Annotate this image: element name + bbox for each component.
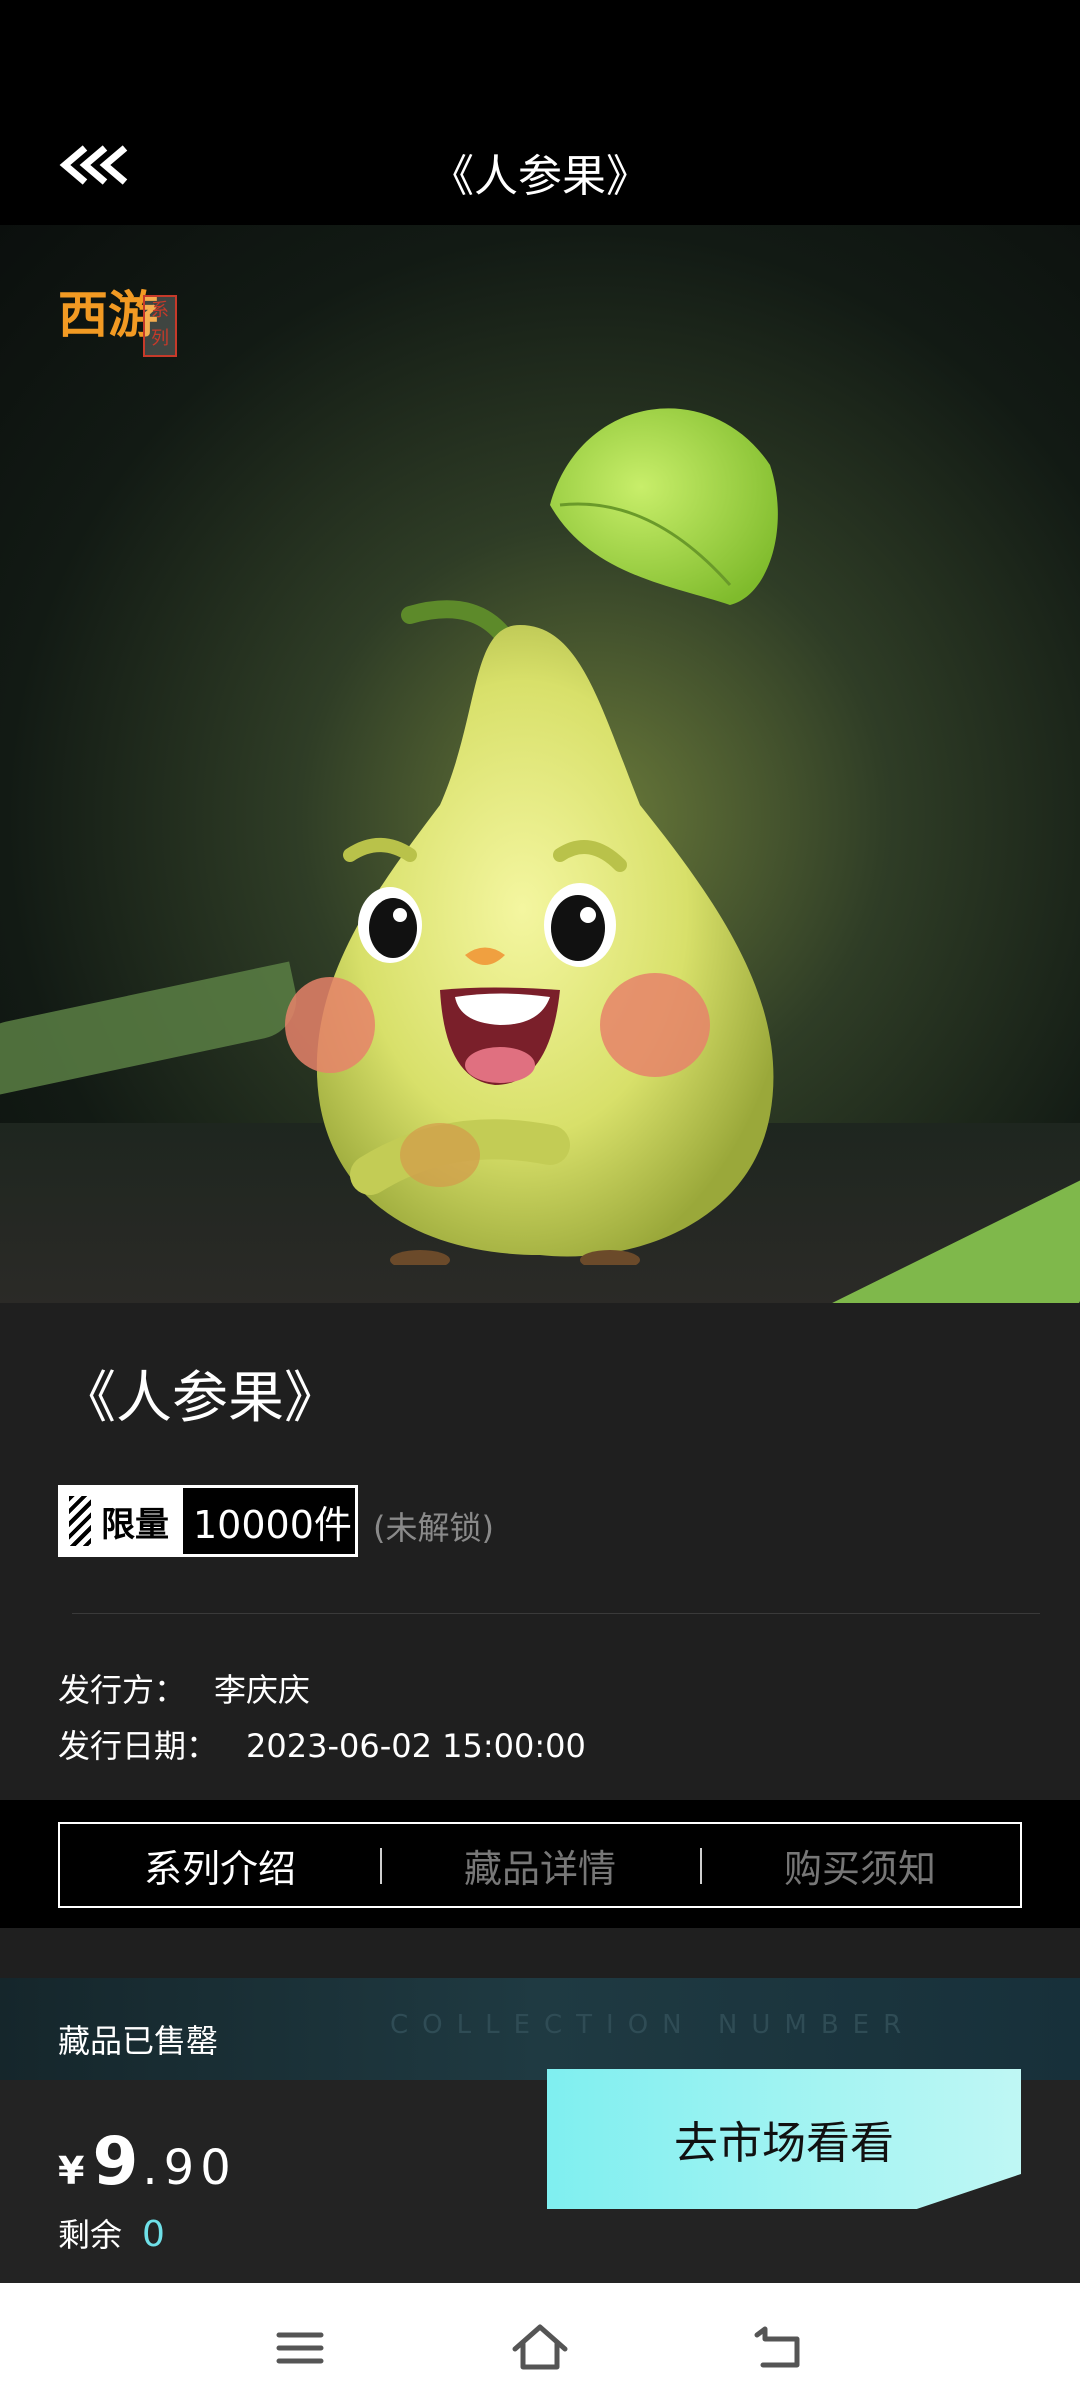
- limit-badge: 限量 10000件: [58, 1485, 358, 1557]
- logo-seal: 系列: [143, 295, 177, 357]
- item-info-panel: 《人参果》 限量 10000件 (未解锁) 发行方： 李庆庆 发行日期： 2023-…: [0, 1303, 1080, 1800]
- issue-date-row: 发行日期： 2023-06-02 15:00:00: [58, 1721, 586, 1767]
- sold-out-banner: 藏品已售罄 COLLECTION NUMBER: [0, 1978, 1080, 2080]
- unlock-status: (未解锁): [373, 1509, 494, 1547]
- price-decimal: .90: [142, 2140, 237, 2196]
- tab-purchase-notice[interactable]: 购买须知: [700, 1824, 1020, 1906]
- banner-watermark: COLLECTION NUMBER: [390, 2010, 916, 2040]
- limit-label-box: 限量: [61, 1488, 183, 1554]
- back-icon[interactable]: [745, 2313, 815, 2383]
- system-nav-bar: [0, 2283, 1080, 2408]
- sold-out-text: 藏品已售罄: [58, 2022, 219, 2060]
- tab-bar: 系列介绍 藏品详情 购买须知: [58, 1822, 1022, 1908]
- price-integer: 9: [92, 2123, 139, 2200]
- issuer-value: 李庆庆: [214, 1671, 311, 1709]
- remaining-label: 剩余: [58, 2216, 123, 2254]
- issue-date-value: 2023-06-02 15:00:00: [246, 1727, 586, 1765]
- ginseng-fruit-character: [250, 385, 830, 1270]
- limit-label: 限量: [101, 1504, 169, 1545]
- tab-series-intro[interactable]: 系列介绍: [60, 1824, 380, 1906]
- collectible-image: 西游 系列: [0, 225, 1080, 1303]
- home-icon[interactable]: [505, 2313, 575, 2383]
- issue-date-label: 发行日期：: [58, 1727, 219, 1765]
- tab-item-details[interactable]: 藏品详情: [380, 1824, 700, 1906]
- top-bar: 《人参果》: [0, 0, 1080, 225]
- go-to-market-button[interactable]: 去市场看看: [547, 2069, 1021, 2209]
- tabs-area: 系列介绍 藏品详情 购买须知: [0, 1800, 1080, 1928]
- issuer-row: 发行方： 李庆庆: [58, 1665, 310, 1711]
- currency-symbol: ¥: [58, 2149, 85, 2193]
- item-name: 《人参果》: [60, 1366, 340, 1431]
- menu-icon[interactable]: [265, 2313, 335, 2383]
- remaining-value: 0: [142, 2214, 165, 2255]
- content-gap: [0, 1928, 1080, 1978]
- divider: [72, 1613, 1040, 1614]
- series-logo: 西游 系列: [58, 280, 188, 380]
- remaining-stock: 剩余 0: [58, 2210, 165, 2256]
- page-title: 《人参果》: [430, 151, 650, 202]
- limit-value: 10000件: [183, 1488, 355, 1554]
- price: ¥ 9 .90: [58, 2123, 237, 2200]
- purchase-bar: 藏品已售罄 COLLECTION NUMBER ¥ 9 .90 剩余 0 去市场看…: [0, 1978, 1080, 2283]
- issuer-label: 发行方：: [58, 1671, 187, 1709]
- stripes-icon: [69, 1496, 91, 1546]
